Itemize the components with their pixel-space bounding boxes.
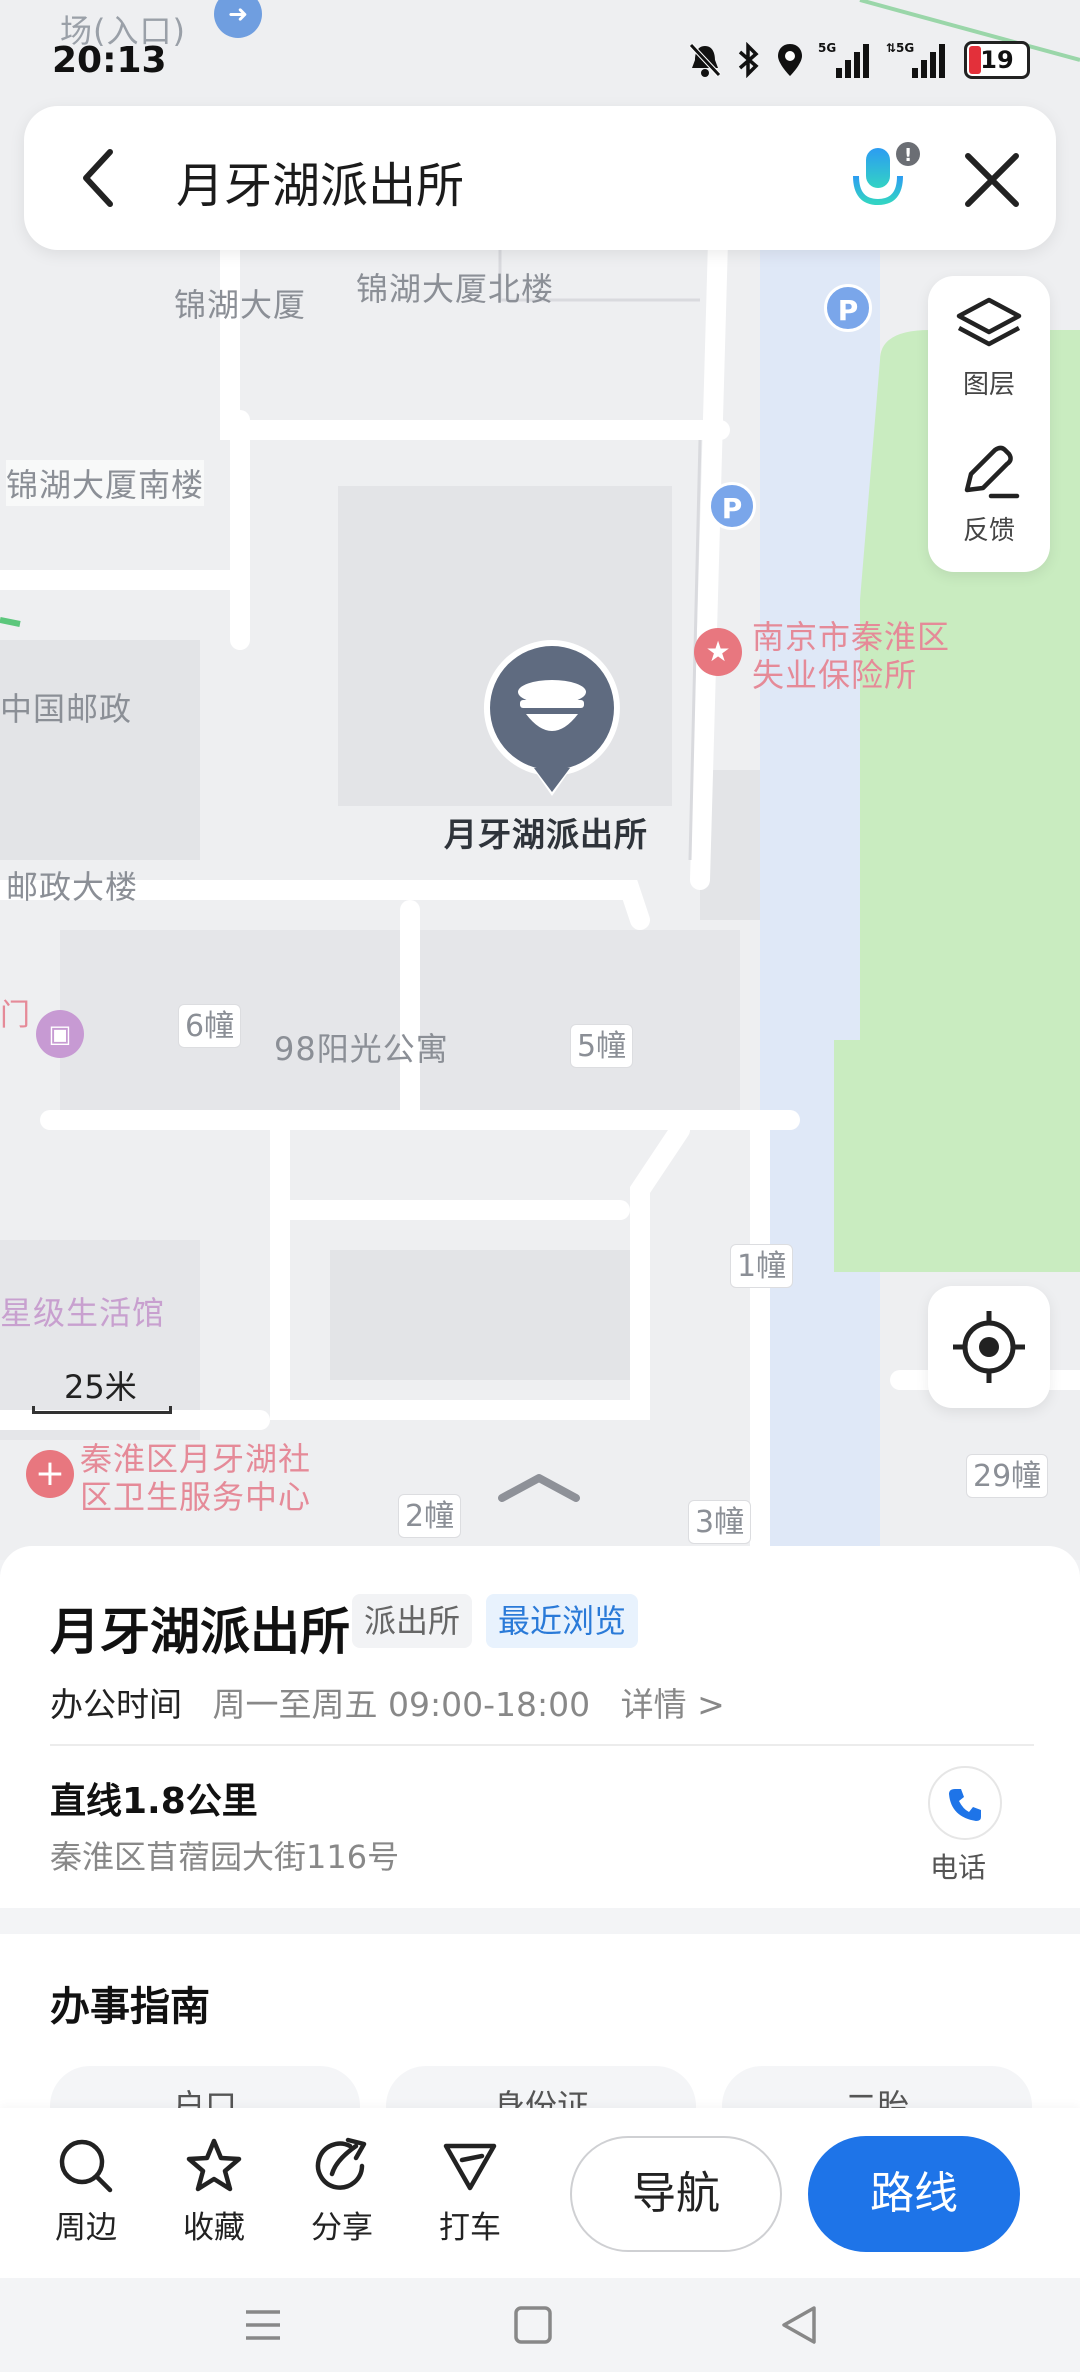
phone-label: 电话 [930, 1851, 987, 1884]
map-label-star-life-hall: 星级生活馆 [0, 1294, 166, 1332]
back-arrow-icon[interactable] [64, 142, 136, 214]
map-scale-value: 25米 [64, 1368, 137, 1406]
hours-value: 周一至周五 09:00-18:00 [212, 1685, 591, 1724]
address[interactable]: 秦淮区苜蓿园大街116号 [50, 1832, 399, 1878]
favorite-label: 收藏 [183, 2210, 245, 2246]
star-poi-icon[interactable]: ★ [694, 628, 742, 676]
place-title: 月牙湖派出所 [50, 1603, 350, 1661]
recent-tag: 最近浏览 [486, 1594, 639, 1648]
share-button[interactable]: 分享 [292, 2136, 392, 2247]
battery-icon: 19 [964, 41, 1030, 79]
home-square-icon[interactable] [510, 2302, 556, 2348]
map-label-clinic-2: 区卫生服务中心 [80, 1478, 312, 1516]
parking-icon[interactable]: P [824, 284, 872, 332]
search-bar[interactable]: 月牙湖派出所 ! [24, 106, 1056, 250]
battery-level: 19 [980, 46, 1014, 74]
map-label-unemployment-2: 失业保险所 [752, 656, 918, 694]
svg-text:!: ! [904, 145, 912, 166]
map-label-door-fragment: 门 [0, 998, 31, 1033]
map-label-post-building: 邮政大楼 [6, 868, 139, 906]
menu-lines-icon[interactable] [240, 2302, 286, 2348]
taxi-button[interactable]: 打车 [420, 2136, 520, 2247]
crosshair-location-icon [953, 1311, 1025, 1383]
building-tag-1: 1幢 [730, 1244, 794, 1288]
signal-5g-2-icon: ⇅ 5G [886, 40, 950, 80]
nearby-label: 周边 [55, 2210, 117, 2246]
svg-text:5G: 5G [896, 41, 914, 55]
feedback-button[interactable]: 反馈 [928, 422, 1050, 562]
map-scale-bar [32, 1406, 172, 1414]
taxi-flag-icon [443, 2143, 497, 2191]
category-tag: 派出所 [352, 1594, 473, 1648]
map-label-jinhu-south: 锦湖大厦南楼 [6, 460, 205, 506]
map-label-china-post: 中国邮政 [0, 690, 133, 728]
status-bar: 20:13 5G ⇅ 5G 19 [0, 0, 1080, 110]
map-label-jinhu-north: 锦湖大厦北楼 [356, 270, 555, 308]
layers-label: 图层 [962, 370, 1015, 400]
service-guide: 办事指南 户口 身份证 二胎 [0, 1934, 1080, 2146]
building-tag-3: 3幢 [688, 1500, 752, 1544]
layers-button[interactable]: 图层 [928, 276, 1050, 416]
bluetooth-icon [736, 40, 762, 80]
share-icon [315, 2137, 367, 2190]
action-bar: 周边 收藏 分享 打车 导航 路线 [0, 2108, 1080, 2278]
status-time: 20:13 [52, 40, 167, 81]
close-icon[interactable] [958, 146, 1026, 214]
taxi-label: 打车 [439, 2210, 501, 2246]
locate-me-button[interactable] [928, 1286, 1050, 1408]
office-hours-row[interactable]: 办公时间 周一至周五 09:00-18:00 详情 > [50, 1678, 725, 1726]
guide-heading: 办事指南 [50, 1984, 210, 2030]
route-button[interactable]: 路线 [808, 2136, 1020, 2252]
building-tag-29: 29幢 [966, 1454, 1049, 1498]
layers-icon [956, 297, 1022, 347]
building-tag-2: 2幢 [398, 1494, 462, 1538]
search-query[interactable]: 月牙湖派出所 [176, 146, 464, 216]
distance: 直线1.8公里 [50, 1781, 258, 1822]
system-navigation-bar [0, 2278, 1080, 2372]
map-scale: 25米 [32, 1362, 172, 1414]
svg-text:⇅: ⇅ [886, 41, 896, 55]
phone-button[interactable] [928, 1766, 1002, 1840]
svg-text:5G: 5G [818, 41, 836, 55]
mute-bell-icon [688, 40, 722, 80]
navigate-button[interactable]: 导航 [570, 2136, 782, 2252]
nearby-button[interactable]: 周边 [36, 2136, 136, 2247]
back-triangle-icon[interactable] [776, 2302, 822, 2348]
section-gap [0, 1908, 1080, 1934]
map-controls: 图层 反馈 [928, 276, 1050, 572]
voice-mic-icon[interactable]: ! [844, 140, 924, 220]
map-label-sunshine-apartment: 98阳光公寓 [274, 1030, 449, 1068]
status-icons: 5G ⇅ 5G 19 [688, 38, 1030, 82]
star-icon [186, 2138, 242, 2192]
map-label-police-station[interactable]: 月牙湖派出所 [444, 808, 648, 856]
location-icon [776, 40, 804, 80]
share-label: 分享 [311, 2210, 373, 2246]
signal-5g-icon: 5G [818, 40, 872, 80]
police-station-marker-icon[interactable] [480, 636, 624, 800]
building-tag-6: 6幢 [178, 1004, 242, 1048]
chevron-up-icon[interactable] [496, 1470, 582, 1504]
parking-icon[interactable]: P [708, 482, 756, 530]
divider [50, 1744, 1034, 1746]
shop-poi-icon[interactable]: ▣ [36, 1010, 84, 1058]
hours-label: 办公时间 [50, 1685, 182, 1724]
pencil-feedback-icon [964, 445, 1020, 499]
building-tag-5: 5幢 [570, 1024, 634, 1068]
hospital-cross-icon[interactable]: + [26, 1450, 74, 1498]
feedback-label: 反馈 [962, 516, 1015, 546]
map-label-jinhu-building: 锦湖大厦 [174, 286, 307, 324]
phone-icon [949, 1789, 981, 1821]
search-icon [59, 2139, 113, 2193]
details-link[interactable]: 详情 > [621, 1685, 725, 1724]
favorite-button[interactable]: 收藏 [164, 2136, 264, 2247]
